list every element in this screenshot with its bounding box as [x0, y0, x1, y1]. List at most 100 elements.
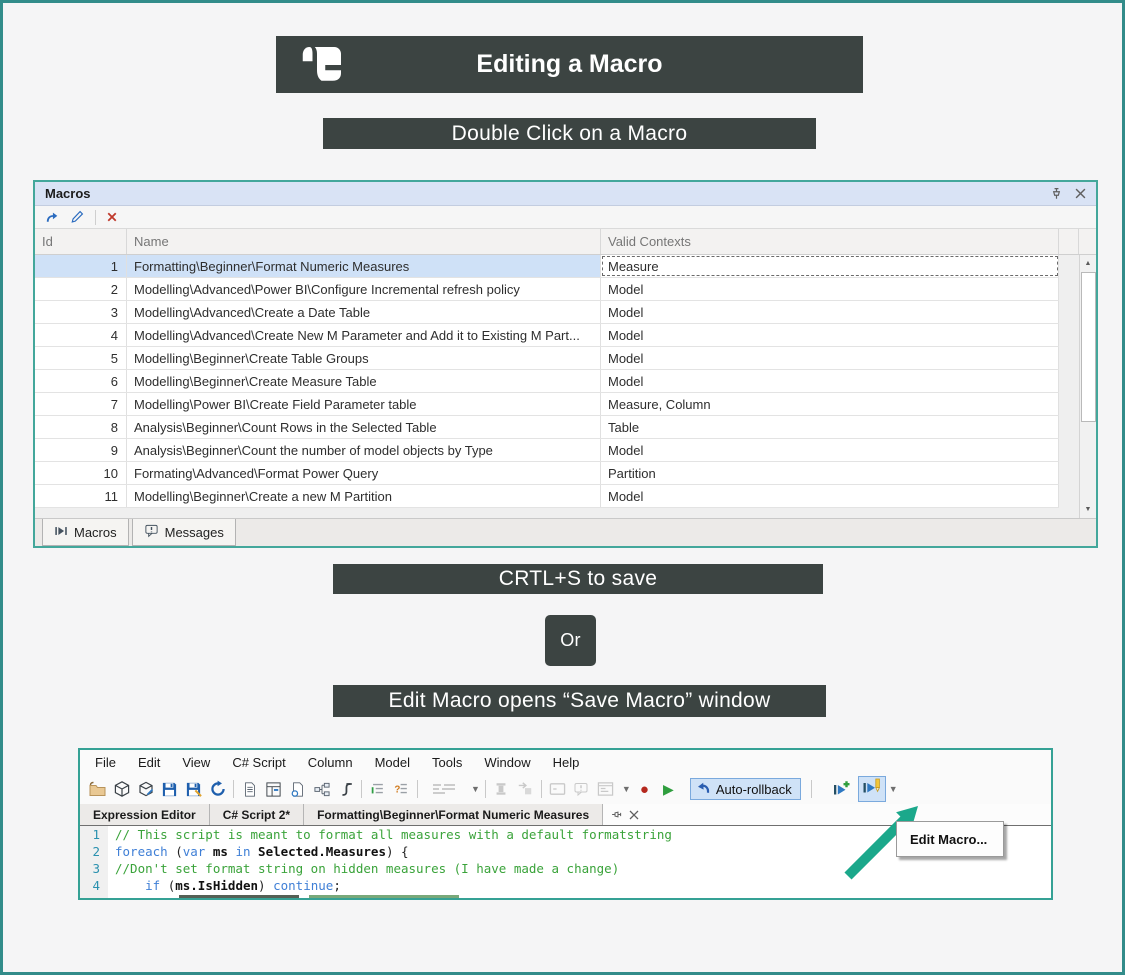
table-row[interactable]: 8 Analysis\Beginner\Count Rows in the Se… — [35, 416, 1059, 439]
menu-help[interactable]: Help — [542, 755, 591, 770]
document-icon[interactable] — [239, 778, 260, 800]
save-as-icon[interactable] — [183, 778, 204, 800]
cell-name[interactable]: Modelling\Beginner\Create Table Groups — [127, 347, 601, 369]
edit-macro-button[interactable] — [858, 776, 886, 802]
cell-id[interactable]: 7 — [35, 393, 127, 415]
close-icon[interactable] — [1075, 188, 1086, 199]
cell-id[interactable]: 9 — [35, 439, 127, 461]
pillar-icon[interactable] — [491, 778, 512, 800]
table-row[interactable]: 10 Formating\Advanced\Format Power Query… — [35, 462, 1059, 485]
format-dax-help-icon[interactable]: ? — [391, 778, 412, 800]
cell-name[interactable]: Modelling\Advanced\Create a Date Table — [127, 301, 601, 323]
menu-column[interactable]: Column — [297, 755, 364, 770]
cell-contexts[interactable]: Table — [601, 416, 1059, 438]
tab-macros[interactable]: Macros — [42, 519, 129, 546]
cell-name[interactable]: Modelling\Beginner\Create Measure Table — [127, 370, 601, 392]
table-icon[interactable] — [263, 778, 284, 800]
save-icon[interactable] — [159, 778, 180, 800]
model-cube-icon[interactable] — [111, 778, 132, 800]
menu-csharp-script[interactable]: C# Script — [221, 755, 296, 770]
cell-contexts[interactable]: Model — [601, 324, 1059, 346]
form-window-icon[interactable] — [595, 778, 616, 800]
column-header-valid-contexts[interactable]: Valid Contexts — [601, 229, 1059, 254]
deploy-cube-icon[interactable] — [135, 778, 156, 800]
vertical-scrollbar[interactable]: ▲ ▼ — [1079, 255, 1096, 518]
cell-contexts[interactable]: Model — [601, 278, 1059, 300]
tab-csharp-script-2[interactable]: C# Script 2* — [210, 804, 304, 825]
column-header-id[interactable]: Id — [35, 229, 127, 254]
cell-name[interactable]: Formating\Advanced\Format Power Query — [127, 462, 601, 484]
message-bubble-icon[interactable] — [571, 778, 592, 800]
table-row[interactable]: 4 Modelling\Advanced\Create New M Parame… — [35, 324, 1059, 347]
refresh-icon[interactable] — [207, 778, 228, 800]
new-macro-icon[interactable] — [829, 778, 855, 800]
dropdown-caret-icon[interactable]: ▼ — [889, 784, 898, 794]
menu-edit[interactable]: Edit — [127, 755, 171, 770]
tab-format-numeric-measures[interactable]: Formatting\Beginner\Format Numeric Measu… — [304, 804, 603, 825]
cell-name[interactable]: Formatting\Beginner\Format Numeric Measu… — [127, 255, 601, 277]
column-header-name[interactable]: Name — [127, 229, 601, 254]
import-arrow-icon[interactable] — [515, 778, 536, 800]
menu-file[interactable]: File — [84, 755, 127, 770]
cell-id[interactable]: 1 — [35, 255, 127, 277]
table-row[interactable]: 11 Modelling\Beginner\Create a new M Par… — [35, 485, 1059, 508]
format-dax-icon[interactable] — [367, 778, 388, 800]
script-icon[interactable] — [335, 778, 356, 800]
toolbar-separator — [95, 210, 96, 225]
record-icon[interactable]: ● — [634, 778, 655, 800]
play-icon[interactable]: ▶ — [658, 778, 679, 800]
close-icon[interactable] — [629, 810, 639, 820]
cell-id[interactable]: 5 — [35, 347, 127, 369]
cell-id[interactable]: 10 — [35, 462, 127, 484]
cell-id[interactable]: 2 — [35, 278, 127, 300]
table-row[interactable]: 5 Modelling\Beginner\Create Table Groups… — [35, 347, 1059, 370]
table-row[interactable]: 3 Modelling\Advanced\Create a Date Table… — [35, 301, 1059, 324]
cell-name[interactable]: Analysis\Beginner\Count Rows in the Sele… — [127, 416, 601, 438]
cell-id[interactable]: 8 — [35, 416, 127, 438]
dropdown-caret-icon[interactable]: ▼ — [622, 784, 631, 794]
scrollbar-thumb[interactable] — [1081, 272, 1096, 422]
new-script-icon[interactable] — [287, 778, 308, 800]
menu-tools[interactable]: Tools — [421, 755, 473, 770]
cell-contexts[interactable]: Partition — [601, 462, 1059, 484]
table-row[interactable]: 9 Analysis\Beginner\Count the number of … — [35, 439, 1059, 462]
cell-name[interactable]: Modelling\Beginner\Create a new M Partit… — [127, 485, 601, 507]
scroll-down-icon[interactable]: ▼ — [1080, 501, 1097, 518]
table-row[interactable]: 7 Modelling\Power BI\Create Field Parame… — [35, 393, 1059, 416]
menu-view[interactable]: View — [171, 755, 221, 770]
dropdown-caret-icon[interactable]: ▼ — [471, 784, 480, 794]
table-row[interactable]: 6 Modelling\Beginner\Create Measure Tabl… — [35, 370, 1059, 393]
edit-pencil-icon[interactable] — [70, 210, 84, 224]
cell-contexts[interactable]: Model — [601, 370, 1059, 392]
scroll-up-icon[interactable]: ▲ — [1080, 255, 1097, 272]
frame-icon[interactable] — [547, 778, 568, 800]
pin-icon[interactable] — [1050, 187, 1063, 200]
table-row[interactable]: 1 Formatting\Beginner\Format Numeric Mea… — [35, 255, 1059, 278]
perspective-dropdown[interactable] — [423, 778, 465, 800]
cell-name[interactable]: Modelling\Power BI\Create Field Paramete… — [127, 393, 601, 415]
cell-id[interactable]: 11 — [35, 485, 127, 507]
cell-contexts[interactable]: Model — [601, 439, 1059, 461]
hierarchy-icon[interactable] — [311, 778, 332, 800]
pin-icon[interactable] — [611, 809, 622, 820]
cell-name[interactable]: Modelling\Advanced\Create New M Paramete… — [127, 324, 601, 346]
menu-model[interactable]: Model — [364, 755, 421, 770]
cell-name[interactable]: Analysis\Beginner\Count the number of mo… — [127, 439, 601, 461]
cell-id[interactable]: 4 — [35, 324, 127, 346]
cell-id[interactable]: 6 — [35, 370, 127, 392]
tab-messages[interactable]: Messages — [132, 519, 236, 546]
delete-icon[interactable] — [106, 211, 118, 223]
open-folder-icon[interactable] — [87, 778, 108, 800]
tab-expression-editor[interactable]: Expression Editor — [80, 804, 210, 825]
cell-name[interactable]: Modelling\Advanced\Power BI\Configure In… — [127, 278, 601, 300]
cell-contexts[interactable]: Model — [601, 301, 1059, 323]
cell-contexts[interactable]: Model — [601, 485, 1059, 507]
cell-contexts[interactable]: Measure, Column — [601, 393, 1059, 415]
cell-contexts[interactable]: Model — [601, 347, 1059, 369]
run-macro-icon[interactable] — [44, 210, 59, 225]
cell-id[interactable]: 3 — [35, 301, 127, 323]
cell-contexts[interactable]: Measure — [601, 255, 1059, 277]
table-row[interactable]: 2 Modelling\Advanced\Power BI\Configure … — [35, 278, 1059, 301]
menu-window[interactable]: Window — [473, 755, 541, 770]
auto-rollback-button[interactable]: Auto-rollback — [690, 778, 801, 800]
